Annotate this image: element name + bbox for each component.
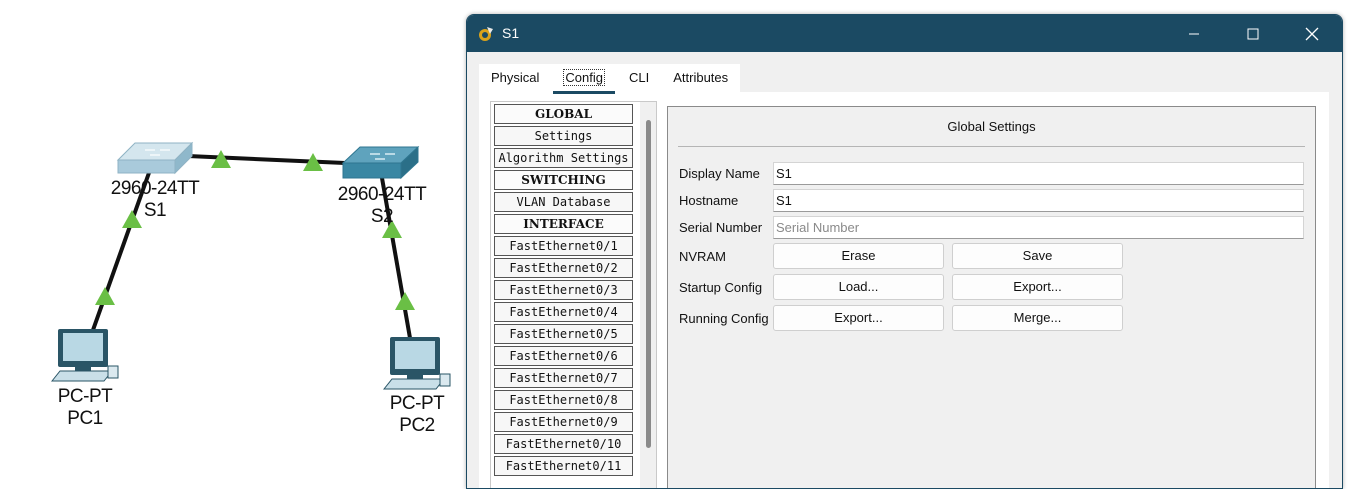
device-label-s1: 2960-24TT S1 — [100, 178, 210, 222]
startup-config-label: Startup Config — [679, 280, 763, 295]
device-label-s2: 2960-24TT S2 — [327, 184, 437, 228]
sidebar-item-settings[interactable]: Settings — [494, 126, 633, 146]
pc2-icon[interactable] — [382, 337, 451, 390]
scrollbar-thumb[interactable] — [646, 120, 651, 448]
tab-config[interactable]: Config — [551, 64, 617, 94]
device-name: PC1 — [67, 408, 103, 429]
minimize-icon — [1189, 33, 1199, 34]
device-name: S2 — [370, 206, 394, 227]
sidebar-item-fastethernet0-1[interactable]: FastEthernet0/1 — [494, 236, 633, 256]
serial-number-label: Serial Number — [679, 220, 763, 235]
sidebar-item-fastethernet0-5[interactable]: FastEthernet0/5 — [494, 324, 633, 344]
startup-config-load-button[interactable]: Load... — [773, 274, 944, 300]
display-name-field[interactable]: S1 — [773, 162, 1304, 185]
running-config-export-button[interactable]: Export... — [773, 305, 944, 331]
nvram-erase-button[interactable]: Erase — [773, 243, 944, 269]
divider — [678, 146, 1305, 147]
close-icon — [1305, 27, 1319, 40]
packet-tracer-app-icon — [479, 27, 493, 41]
switch-s2-icon[interactable] — [341, 145, 420, 180]
sidebar-section-global: GLOBAL — [494, 104, 633, 124]
sidebar-scrollbar[interactable] — [640, 102, 656, 488]
sidebar-item-fastethernet0-11[interactable]: FastEthernet0/11 — [494, 456, 633, 476]
switch-s1-icon[interactable] — [116, 141, 194, 175]
device-model: PC-PT — [389, 393, 445, 414]
sidebar-item-fastethernet0-4[interactable]: FastEthernet0/4 — [494, 302, 633, 322]
window-titlebar[interactable]: S1 — [467, 15, 1342, 52]
hostname-field[interactable]: S1 — [773, 189, 1304, 212]
sidebar-section-switching: SWITCHING — [494, 170, 633, 190]
running-config-label: Running Config — [679, 311, 769, 326]
maximize-icon — [1247, 28, 1259, 39]
pc1-icon[interactable] — [50, 329, 119, 382]
window-title: S1 — [502, 25, 520, 41]
device-label-pc2: PC-PT PC2 — [372, 393, 462, 437]
device-model: PC-PT — [57, 386, 113, 407]
link-status-icon — [95, 287, 115, 305]
sidebar-item-fastethernet0-3[interactable]: FastEthernet0/3 — [494, 280, 633, 300]
sidebar-item-fastethernet0-2[interactable]: FastEthernet0/2 — [494, 258, 633, 278]
tab-attributes[interactable]: Attributes — [661, 64, 740, 92]
link-status-icon — [395, 292, 415, 310]
sidebar-section-interface: INTERFACE — [494, 214, 633, 234]
config-sidebar-list: GLOBAL Settings Algorithm Settings SWITCHIN… — [494, 104, 633, 478]
tab-cli[interactable]: CLI — [617, 64, 661, 92]
running-config-merge-button[interactable]: Merge... — [952, 305, 1123, 331]
serial-number-placeholder: Serial Number — [776, 220, 860, 235]
config-sidebar: GLOBAL Settings Algorithm Settings SWITCHIN… — [490, 101, 657, 488]
sidebar-item-fastethernet0-10[interactable]: FastEthernet0/10 — [494, 434, 633, 454]
nvram-save-button[interactable]: Save — [952, 243, 1123, 269]
display-name-label: Display Name — [679, 166, 760, 181]
nvram-label: NVRAM — [679, 249, 726, 264]
sidebar-item-fastethernet0-9[interactable]: FastEthernet0/9 — [494, 412, 633, 432]
sidebar-item-fastethernet0-8[interactable]: FastEthernet0/8 — [494, 390, 633, 410]
hostname-label: Hostname — [679, 193, 739, 208]
device-config-window: S1 Physical Config CLI Attributes GLOBAL… — [466, 14, 1343, 489]
sidebar-item-vlan-database[interactable]: VLAN Database — [494, 192, 633, 212]
device-label-pc1: PC-PT PC1 — [40, 386, 130, 430]
device-model: 2960-24TT — [110, 178, 200, 199]
device-model: 2960-24TT — [337, 184, 427, 205]
maximize-button[interactable] — [1230, 15, 1276, 52]
sidebar-item-fastethernet0-6[interactable]: FastEthernet0/6 — [494, 346, 633, 366]
startup-config-export-button[interactable]: Export... — [952, 274, 1123, 300]
tab-bar: Physical Config CLI Attributes — [479, 64, 741, 94]
tab-physical[interactable]: Physical — [479, 64, 551, 92]
sidebar-item-algorithm-settings[interactable]: Algorithm Settings — [494, 148, 633, 168]
global-settings-panel: Global Settings Display Name S1 Hostname… — [667, 106, 1316, 488]
sidebar-item-fastethernet0-7[interactable]: FastEthernet0/7 — [494, 368, 633, 388]
device-name: PC2 — [399, 415, 435, 436]
link-s1-s2[interactable] — [187, 154, 346, 165]
minimize-button[interactable] — [1171, 15, 1217, 52]
serial-number-field[interactable]: Serial Number — [773, 216, 1304, 239]
device-name: S1 — [143, 200, 167, 221]
close-button[interactable] — [1289, 15, 1335, 52]
panel-title: Global Settings — [947, 119, 1036, 134]
